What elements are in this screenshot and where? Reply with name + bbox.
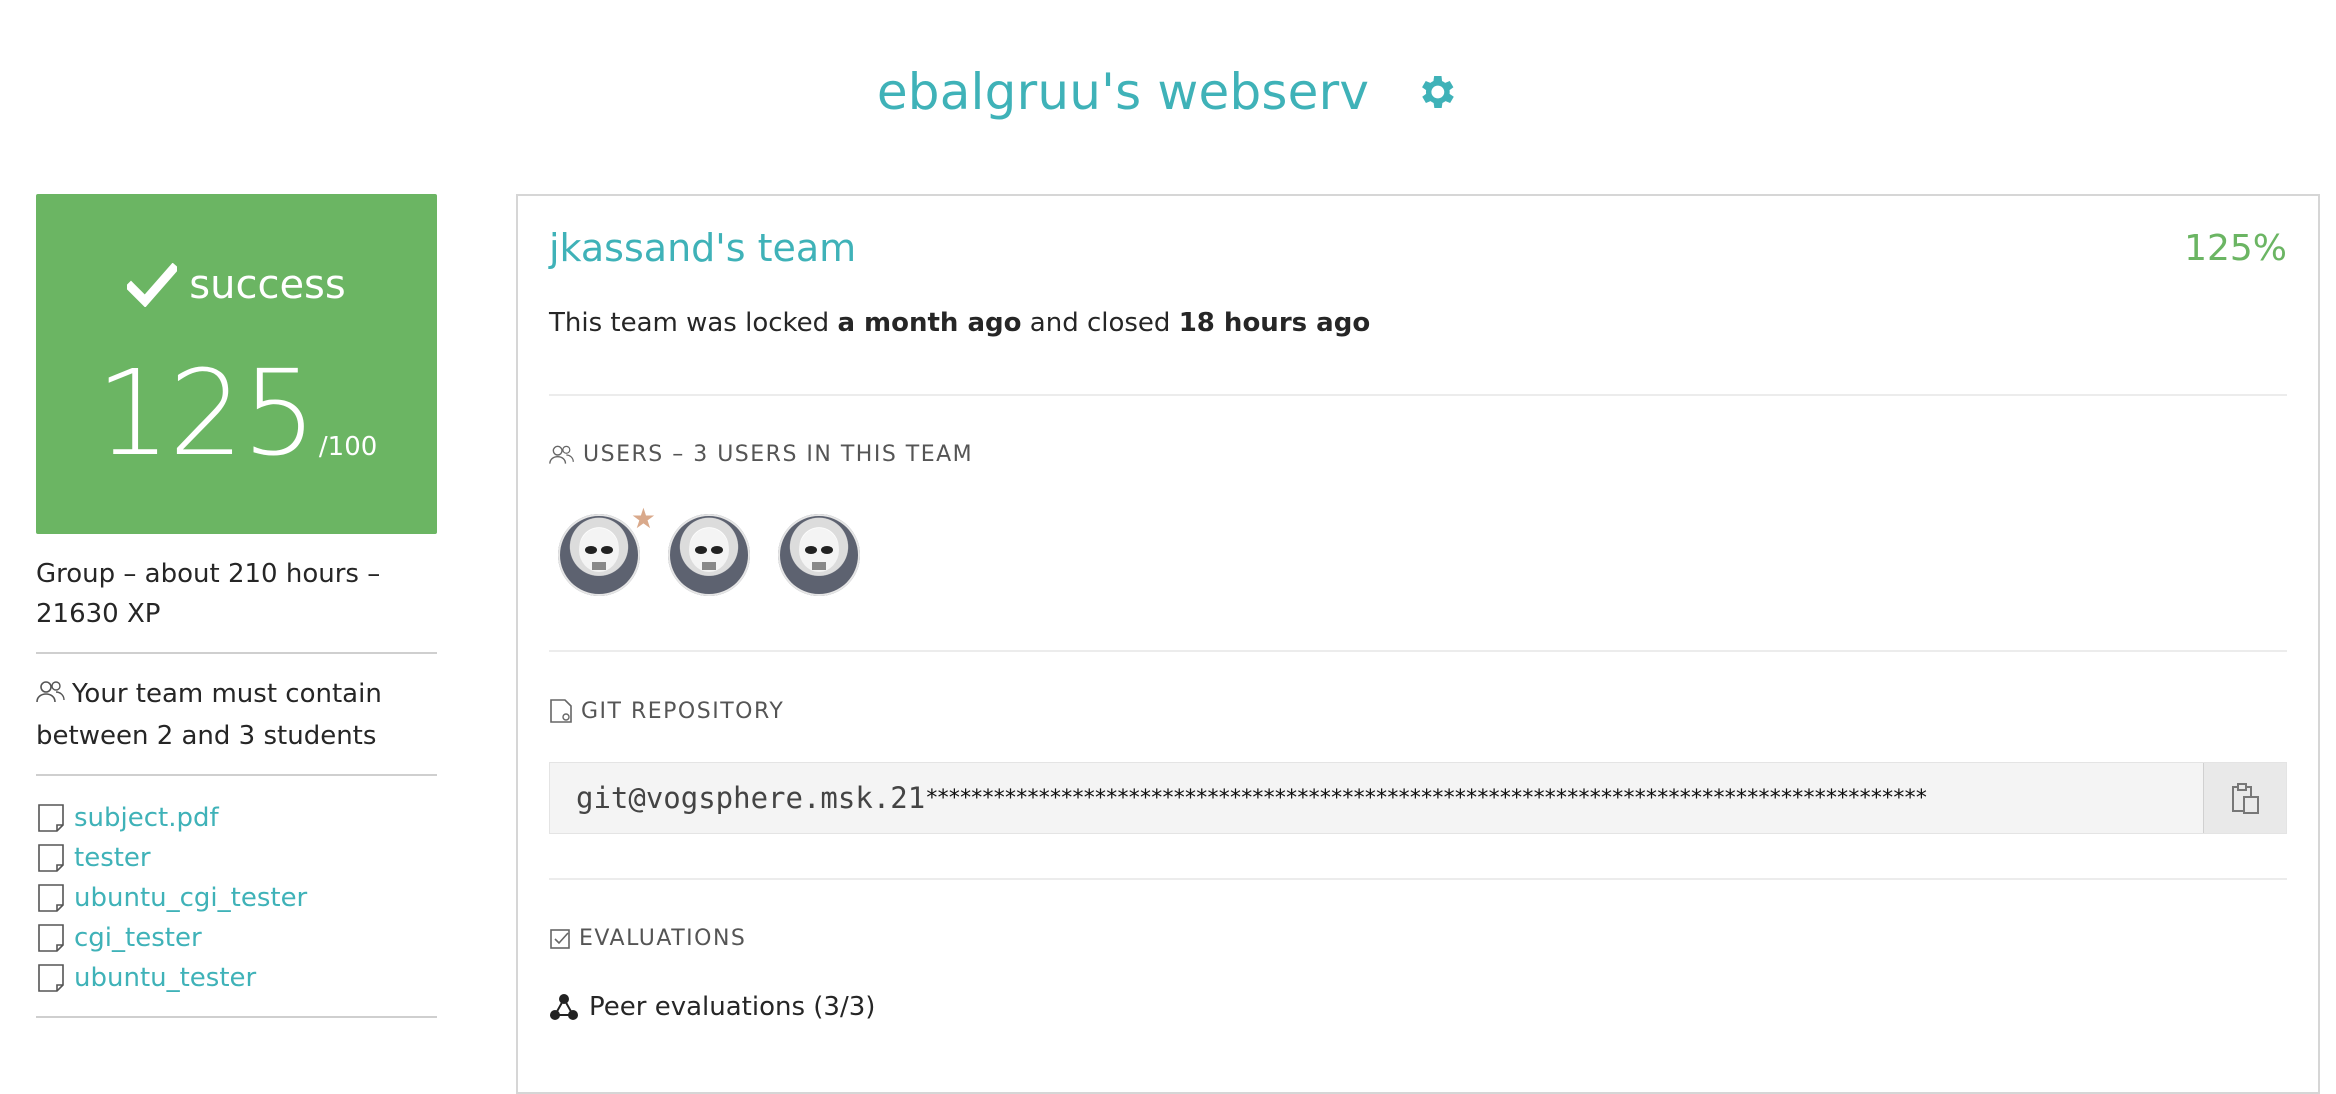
team-size-info: Your team must contain between 2 and 3 s… <box>36 674 437 756</box>
check-icon <box>127 263 178 307</box>
gear-icon[interactable] <box>1413 69 1459 115</box>
users-section-label: USERS – 3 USERS IN THIS TEAM <box>583 442 974 467</box>
locked-when: a month ago <box>837 308 1022 338</box>
file-icon <box>550 699 572 723</box>
status-line: success <box>36 262 437 308</box>
git-url-masked[interactable]: ****************************************… <box>925 786 2203 811</box>
users-icon <box>36 676 66 716</box>
evaluations-section-title: EVALUATIONS <box>549 926 746 951</box>
status-label: success <box>189 262 346 308</box>
project-header: ebalgruu's webserv <box>0 52 2336 132</box>
file-icon <box>38 804 64 832</box>
team-header: jkassand's team 125% <box>549 226 2287 270</box>
evaluations-section-label: EVALUATIONS <box>579 926 747 951</box>
divider <box>36 774 437 776</box>
copy-button[interactable] <box>2203 763 2286 833</box>
closed-when: 18 hours ago <box>1178 308 1371 338</box>
file-icon <box>38 964 64 992</box>
clipboard-icon <box>2232 783 2259 814</box>
team-size-text: Your team must contain between 2 and 3 s… <box>36 679 382 751</box>
lock-mid: and closed <box>1021 308 1179 338</box>
attachment-link[interactable]: ubuntu_tester <box>74 963 256 993</box>
lock-prefix: This team was locked <box>549 308 838 338</box>
team-name[interactable]: jkassand's team <box>549 226 856 270</box>
git-url[interactable]: git@vogsphere.msk.21 <box>550 781 925 815</box>
team-panel: jkassand's team 125% This team was locke… <box>516 194 2320 1094</box>
star-icon: ★ <box>630 502 656 535</box>
attachment-item[interactable]: tester <box>36 838 437 878</box>
users-icon <box>549 445 574 464</box>
peer-evaluations-label: Peer evaluations (3/3) <box>589 992 876 1022</box>
file-icon <box>38 884 64 912</box>
team-score-percent: 125% <box>2184 227 2287 269</box>
attachment-link[interactable]: tester <box>74 843 151 873</box>
git-repository-field[interactable]: git@vogsphere.msk.21 *******************… <box>549 762 2287 834</box>
divider <box>549 878 2287 880</box>
file-icon <box>38 924 64 952</box>
peer-evaluations[interactable]: Peer evaluations (3/3) <box>549 992 875 1022</box>
attachment-item[interactable]: subject.pdf <box>36 798 437 838</box>
attachment-link[interactable]: ubuntu_cgi_tester <box>74 883 307 913</box>
score-max: /100 <box>318 432 378 462</box>
avatar[interactable] <box>778 514 860 596</box>
sidebar: success 125 /100 Group – about 210 hours… <box>36 194 437 1018</box>
avatar[interactable] <box>668 514 750 596</box>
peer-evaluation-icon <box>550 994 578 1020</box>
attachment-link[interactable]: subject.pdf <box>74 803 219 833</box>
project-title: ebalgruu's webserv <box>876 63 1370 121</box>
score-line: 125 /100 <box>36 354 437 472</box>
team-members: ★ <box>558 502 860 596</box>
result-box: success 125 /100 <box>36 194 437 534</box>
divider <box>36 1016 437 1018</box>
divider <box>549 650 2287 652</box>
attachment-item[interactable]: ubuntu_cgi_tester <box>36 878 437 918</box>
attachments-list: subject.pdf tester ubuntu_cgi_tester cgi… <box>36 798 437 998</box>
attachment-link[interactable]: cgi_tester <box>74 923 202 953</box>
users-section-title: USERS – 3 USERS IN THIS TEAM <box>549 442 973 467</box>
git-section-label: GIT REPOSITORY <box>581 698 785 724</box>
checkbox-icon <box>550 928 570 949</box>
attachment-item[interactable]: cgi_tester <box>36 918 437 958</box>
avatar[interactable]: ★ <box>558 502 656 596</box>
divider <box>549 394 2287 396</box>
project-meta: Group – about 210 hours – 21630 XP <box>36 559 381 629</box>
file-icon <box>38 844 64 872</box>
divider <box>36 652 437 654</box>
lock-status: This team was locked a month ago and clo… <box>549 308 1370 338</box>
final-score: 125 <box>95 344 317 482</box>
attachment-item[interactable]: ubuntu_tester <box>36 958 437 998</box>
git-section-title: GIT REPOSITORY <box>549 698 784 724</box>
